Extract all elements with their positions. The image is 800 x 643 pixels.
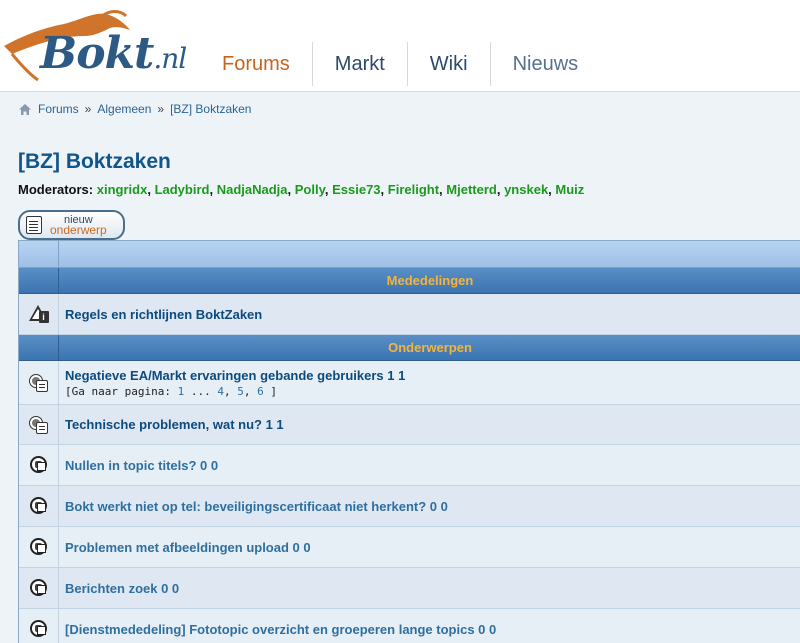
logo-text: Bokt.nl [40, 28, 187, 79]
table-row: Technische problemen, wat nu? 1 1 [19, 405, 800, 445]
page-link[interactable]: 5 [237, 385, 244, 398]
section-header-mededelingen: Mededelingen [19, 268, 800, 294]
topic-link[interactable]: Problemen met afbeeldingen upload 0 0 [65, 540, 800, 555]
moderator-link[interactable]: Mjetterd [446, 182, 497, 197]
page-link[interactable]: 1 [178, 385, 185, 398]
topic-link[interactable]: Nullen in topic titels? 0 0 [65, 458, 800, 473]
home-icon[interactable] [18, 103, 32, 116]
section-header-onderwerpen: Onderwerpen [19, 335, 800, 361]
topic-link[interactable]: Negatieve EA/Markt ervaringen gebande ge… [65, 368, 800, 383]
table-row: Problemen met afbeeldingen upload 0 0 [19, 527, 800, 568]
moderator-link[interactable]: Ladybird [155, 182, 210, 197]
moderators-line: Moderators: xingridx, Ladybird, NadjaNad… [18, 182, 585, 197]
topic-icon [29, 537, 49, 557]
page-title[interactable]: [BZ] Boktzaken [18, 150, 171, 174]
new-topic-label: nieuw onderwerp [50, 214, 107, 237]
breadcrumb: Forums » Algemeen » [BZ] Boktzaken [18, 102, 251, 116]
topic-icon [29, 455, 49, 475]
topic-link[interactable]: Berichten zoek 0 0 [65, 581, 800, 596]
breadcrumb-separator: » [84, 102, 92, 116]
bokt-logo[interactable]: Bokt.nl [2, 6, 202, 86]
page-links: [Ga naar pagina: 1 ... 4, 5, 6 ] [65, 384, 277, 398]
topic-icon [29, 496, 49, 516]
nav-markt[interactable]: Markt [313, 42, 408, 86]
table-row: Berichten zoek 0 0 [19, 568, 800, 609]
page-content: Forums » Algemeen » [BZ] Boktzaken [BZ] … [0, 92, 800, 643]
section-title: Mededelingen [386, 273, 474, 288]
nav-wiki[interactable]: Wiki [408, 42, 491, 86]
moderator-link[interactable]: Muiz [555, 182, 584, 197]
topic-link[interactable]: Regels en richtlijnen BoktZaken [65, 307, 800, 322]
moderator-link[interactable]: NadjaNadja [217, 182, 288, 197]
topic-icon [29, 619, 49, 639]
breadcrumb-separator: » [157, 102, 165, 116]
moderator-link[interactable]: ynskek [504, 182, 548, 197]
nav-forums[interactable]: Forums [200, 42, 313, 86]
topic-table: Mededelingen i Regels en richtlijnen Bok… [18, 240, 800, 643]
topic-link[interactable]: Technische problemen, wat nu? 1 1 [65, 417, 800, 432]
moderators-label: Moderators: [18, 182, 94, 197]
nav-nieuws[interactable]: Nieuws [491, 42, 601, 86]
topic-link[interactable]: [Dienstmededeling] Fototopic overzicht e… [65, 622, 800, 637]
breadcrumb-algemeen[interactable]: Algemeen [97, 102, 151, 116]
page-link[interactable]: 4 [217, 385, 224, 398]
breadcrumb-boktzaken[interactable]: [BZ] Boktzaken [170, 102, 251, 116]
sticky-icon [28, 373, 50, 393]
topic-icon [29, 578, 49, 598]
table-row: Nullen in topic titels? 0 0 [19, 445, 800, 486]
sticky-icon [28, 415, 50, 435]
moderator-link[interactable]: xingridx [97, 182, 148, 197]
moderator-link[interactable]: Firelight [388, 182, 439, 197]
new-topic-button[interactable]: nieuw onderwerp [18, 210, 125, 240]
main-nav: Forums Markt Wiki Nieuws [200, 42, 600, 88]
table-row: i Regels en richtlijnen BoktZaken [19, 294, 800, 335]
table-row: Bokt werkt niet op tel: beveiligingscert… [19, 486, 800, 527]
table-header-row [19, 241, 800, 268]
topic-link[interactable]: Bokt werkt niet op tel: beveiligingscert… [65, 499, 800, 514]
moderator-link[interactable]: Essie73 [332, 182, 380, 197]
moderator-link[interactable]: Polly [295, 182, 325, 197]
info-icon: i [28, 305, 49, 323]
table-row: Negatieve EA/Markt ervaringen gebande ge… [19, 361, 800, 405]
page-link[interactable]: 6 [257, 385, 264, 398]
breadcrumb-forums[interactable]: Forums [38, 102, 79, 116]
table-row: [Dienstmededeling] Fototopic overzicht e… [19, 609, 800, 643]
document-icon [26, 216, 42, 234]
site-header: Bokt.nl Forums Markt Wiki Nieuws [0, 0, 800, 92]
section-title: Onderwerpen [388, 340, 472, 355]
